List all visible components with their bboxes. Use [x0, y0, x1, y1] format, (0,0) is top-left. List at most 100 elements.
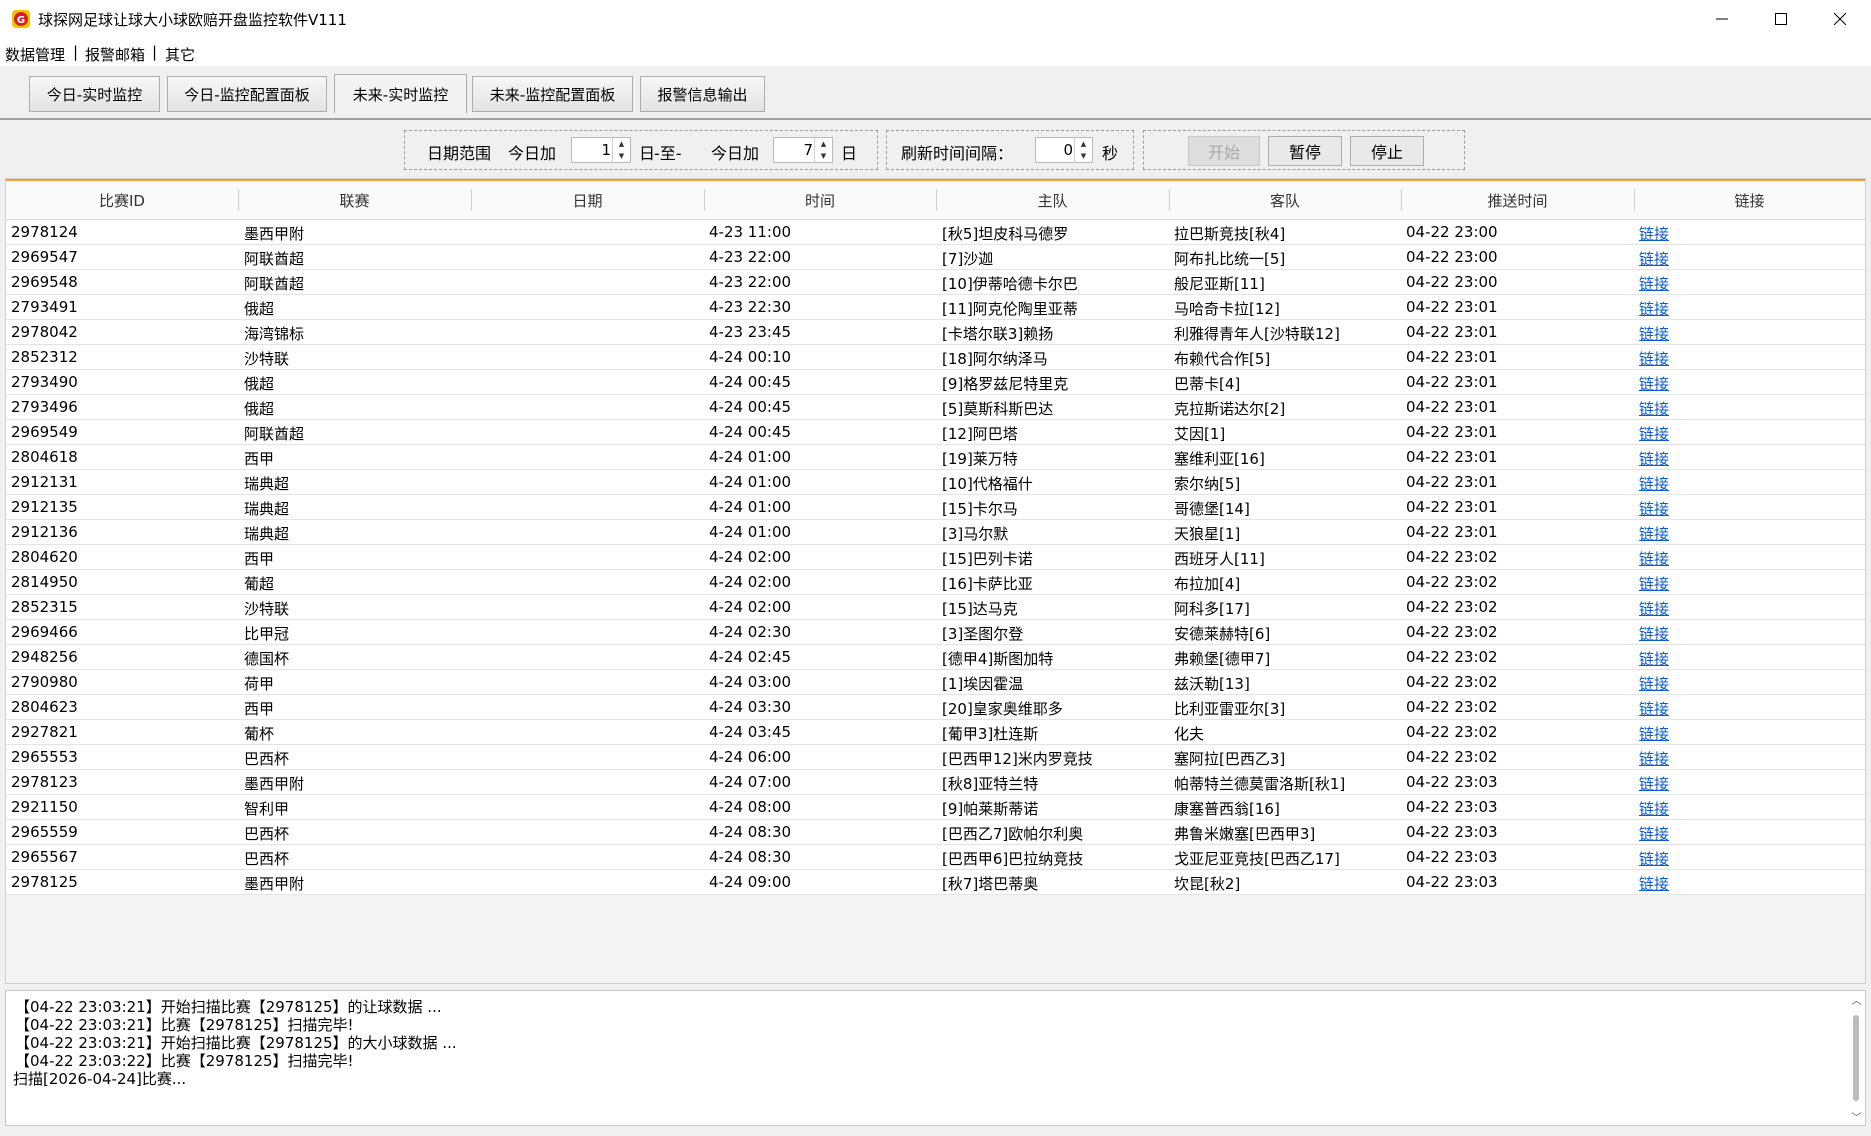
grid-rows: 2978124 墨西甲附 4-23 11:00 [秋5]坦皮科马德罗 拉巴斯竞技[秋4]…	[6, 220, 1865, 895]
match-link[interactable]: 链接	[1639, 648, 1669, 669]
tab-future-config[interactable]: 未来-监控配置面板	[472, 76, 633, 112]
match-link[interactable]: 链接	[1639, 423, 1669, 444]
scroll-thumb[interactable]	[1853, 1015, 1859, 1101]
table-row[interactable]: 2978125 墨西甲附 4-24 09:00 [秋7]塔巴蒂奥 坎昆[秋2] 04-22…	[6, 870, 1865, 895]
table-row[interactable]: 2793496 俄超 4-24 00:45 [5]莫斯科斯巴达 克拉斯诺达尔[2] 04-…	[6, 395, 1865, 420]
refresh-interval-spinner[interactable]: 0 ▲ ▼	[1035, 137, 1093, 163]
table-row[interactable]: 2969548 阿联酋超 4-23 22:00 [10]伊蒂哈德卡尔巴 般尼亚斯[11]…	[6, 270, 1865, 295]
spin-down-icon[interactable]: ▼	[613, 150, 630, 162]
match-link[interactable]: 链接	[1639, 323, 1669, 344]
match-link[interactable]: 链接	[1639, 498, 1669, 519]
spin-down-icon[interactable]: ▼	[1075, 150, 1092, 162]
match-link[interactable]: 链接	[1639, 848, 1669, 869]
col-header-time[interactable]: 时间	[704, 181, 936, 219]
log-scrollbar[interactable]: ︿ ﹀	[1848, 991, 1865, 1125]
menu-data-management[interactable]: 数据管理	[5, 44, 65, 65]
menu-other[interactable]: 其它	[165, 44, 195, 65]
match-link[interactable]: 链接	[1639, 548, 1669, 569]
tab-future-realtime[interactable]: 未来-实时监控	[334, 74, 467, 114]
match-link[interactable]: 链接	[1639, 473, 1669, 494]
home-team-cell: [9]帕莱斯蒂诺	[942, 800, 1039, 818]
tab-alarm-output[interactable]: 报警信息输出	[640, 76, 765, 112]
table-row[interactable]: 2912135 瑞典超 4-24 01:00 [15]卡尔马 哥德堡[14] 04-22 …	[6, 495, 1865, 520]
table-row[interactable]: 2793490 俄超 4-24 00:45 [9]格罗兹尼特里克 巴蒂卡[4] 04-22…	[6, 370, 1865, 395]
push-time-cell: 04-22 23:02	[1406, 598, 1498, 616]
match-link[interactable]: 链接	[1639, 798, 1669, 819]
table-row[interactable]: 2912131 瑞典超 4-24 01:00 [10]代格福什 索尔纳[5] 04-22 …	[6, 470, 1865, 495]
push-time-cell: 04-22 23:02	[1406, 723, 1498, 741]
spin-up-icon[interactable]: ▲	[815, 138, 832, 150]
match-link[interactable]: 链接	[1639, 398, 1669, 419]
match-link[interactable]: 链接	[1639, 723, 1669, 744]
spin-down-icon[interactable]: ▼	[815, 150, 832, 162]
table-row[interactable]: 2965559 巴西杯 4-24 08:30 [巴西乙7]欧帕尔利奥 弗鲁米嫩塞[巴西甲…	[6, 820, 1865, 845]
close-button[interactable]	[1812, 0, 1868, 38]
scroll-up-icon[interactable]: ︿	[1848, 991, 1865, 1008]
match-link[interactable]: 链接	[1639, 373, 1669, 394]
push-time-cell: 04-22 23:03	[1406, 773, 1498, 791]
match-link[interactable]: 链接	[1639, 273, 1669, 294]
match-link[interactable]: 链接	[1639, 748, 1669, 769]
table-row[interactable]: 2790980 荷甲 4-24 03:00 [1]埃因霍温 兹沃勒[13] 04-22 2…	[6, 670, 1865, 695]
table-row[interactable]: 2969549 阿联酋超 4-24 00:45 [12]阿巴塔 艾因[1] 04-22 2…	[6, 420, 1865, 445]
from-day-spinner[interactable]: 1 ▲ ▼	[571, 137, 631, 163]
log-panel[interactable]: 【04-22 23:03:21】开始扫描比赛【2978125】的让球数据 ...…	[5, 990, 1866, 1126]
table-row[interactable]: 2969466 比甲冠 4-24 02:30 [3]圣图尔登 安德莱赫特[6] 04-22…	[6, 620, 1865, 645]
table-row[interactable]: 2921150 智利甲 4-24 08:00 [9]帕莱斯蒂诺 康塞普西翁[16] 04-…	[6, 795, 1865, 820]
table-row[interactable]: 2852315 沙特联 4-24 02:00 [15]达马克 阿科多[17] 04-22 …	[6, 595, 1865, 620]
col-header-match-id[interactable]: 比赛ID	[6, 181, 238, 219]
match-link[interactable]: 链接	[1639, 598, 1669, 619]
tab-today-config[interactable]: 今日-监控配置面板	[167, 76, 327, 112]
match-link[interactable]: 链接	[1639, 823, 1669, 844]
table-row[interactable]: 2978124 墨西甲附 4-23 11:00 [秋5]坦皮科马德罗 拉巴斯竞技[秋4]…	[6, 220, 1865, 245]
table-row[interactable]: 2965567 巴西杯 4-24 08:30 [巴西甲6]巴拉纳竞技 戈亚尼亚竞技[巴西…	[6, 845, 1865, 870]
time-cell: 4-24 08:00	[709, 798, 792, 816]
menu-alarm-email[interactable]: 报警邮箱	[85, 44, 145, 65]
table-row[interactable]: 2912136 瑞典超 4-24 01:00 [3]马尔默 天狼星[1] 04-22 23…	[6, 520, 1865, 545]
col-header-link[interactable]: 链接	[1634, 181, 1865, 219]
table-row[interactable]: 2978123 墨西甲附 4-24 07:00 [秋8]亚特兰特 帕蒂特兰德莫雷洛斯[秋…	[6, 770, 1865, 795]
table-row[interactable]: 2804620 西甲 4-24 02:00 [15]巴列卡诺 西班牙人[11] 04-22…	[6, 545, 1865, 570]
table-row[interactable]: 2804623 西甲 4-24 03:30 [20]皇家奥维耶多 比利亚雷亚尔[3] 04…	[6, 695, 1865, 720]
col-header-league[interactable]: 联赛	[238, 181, 471, 219]
pause-button[interactable]: 暂停	[1268, 136, 1342, 166]
match-link[interactable]: 链接	[1639, 248, 1669, 269]
match-link[interactable]: 链接	[1639, 873, 1669, 894]
match-link[interactable]: 链接	[1639, 223, 1669, 244]
to-day-spinner[interactable]: 7 ▲ ▼	[773, 137, 833, 163]
scroll-down-icon[interactable]: ﹀	[1848, 1108, 1865, 1125]
match-link[interactable]: 链接	[1639, 448, 1669, 469]
col-header-home-team[interactable]: 主队	[936, 181, 1169, 219]
table-row[interactable]: 2804618 西甲 4-24 01:00 [19]莱万特 塞维利亚[16] 04-22 …	[6, 445, 1865, 470]
push-time-cell: 04-22 23:01	[1406, 348, 1498, 366]
col-header-away-team[interactable]: 客队	[1169, 181, 1401, 219]
refresh-interval-value: 0	[1063, 141, 1073, 159]
table-row[interactable]: 2965553 巴西杯 4-24 06:00 [巴西甲12]米内罗竞技 塞阿拉[巴西乙3…	[6, 745, 1865, 770]
maximize-button[interactable]	[1753, 0, 1809, 38]
match-link[interactable]: 链接	[1639, 348, 1669, 369]
spin-up-icon[interactable]: ▲	[613, 138, 630, 150]
spin-up-icon[interactable]: ▲	[1075, 138, 1092, 150]
table-row[interactable]: 2814950 葡超 4-24 02:00 [16]卡萨比亚 布拉加[4] 04-22 2…	[6, 570, 1865, 595]
col-header-date[interactable]: 日期	[471, 181, 704, 219]
match-link[interactable]: 链接	[1639, 298, 1669, 319]
match-link[interactable]: 链接	[1639, 673, 1669, 694]
match-link[interactable]: 链接	[1639, 623, 1669, 644]
match-link[interactable]: 链接	[1639, 698, 1669, 719]
match-link[interactable]: 链接	[1639, 523, 1669, 544]
match-link[interactable]: 链接	[1639, 773, 1669, 794]
table-row[interactable]: 2852312 沙特联 4-24 00:10 [18]阿尔纳泽马 布赖代合作[5] 04-…	[6, 345, 1865, 370]
start-button[interactable]: 开始	[1188, 136, 1260, 166]
table-row[interactable]: 2793491 俄超 4-23 22:30 [11]阿克伦陶里亚蒂 马哈奇卡拉[12] 0…	[6, 295, 1865, 320]
match-link[interactable]: 链接	[1639, 573, 1669, 594]
push-time-cell: 04-22 23:03	[1406, 848, 1498, 866]
table-row[interactable]: 2978042 海湾锦标 4-23 23:45 [卡塔尔联3]赖扬 利雅得青年人[沙特联…	[6, 320, 1865, 345]
tab-today-realtime[interactable]: 今日-实时监控	[29, 76, 160, 112]
table-row[interactable]: 2927821 葡杯 4-24 03:45 [葡甲3]杜连斯 化夫 04-22 23:02…	[6, 720, 1865, 745]
stop-button[interactable]: 停止	[1350, 136, 1424, 166]
table-row[interactable]: 2969547 阿联酋超 4-23 22:00 [7]沙迦 阿布扎比统一[5] 04-22…	[6, 245, 1865, 270]
push-time-cell: 04-22 23:02	[1406, 548, 1498, 566]
col-header-push-time[interactable]: 推送时间	[1401, 181, 1634, 219]
table-row[interactable]: 2948256 德国杯 4-24 02:45 [德甲4]斯图加特 弗赖堡[德甲7] 04-…	[6, 645, 1865, 670]
minimize-button[interactable]	[1694, 0, 1750, 38]
